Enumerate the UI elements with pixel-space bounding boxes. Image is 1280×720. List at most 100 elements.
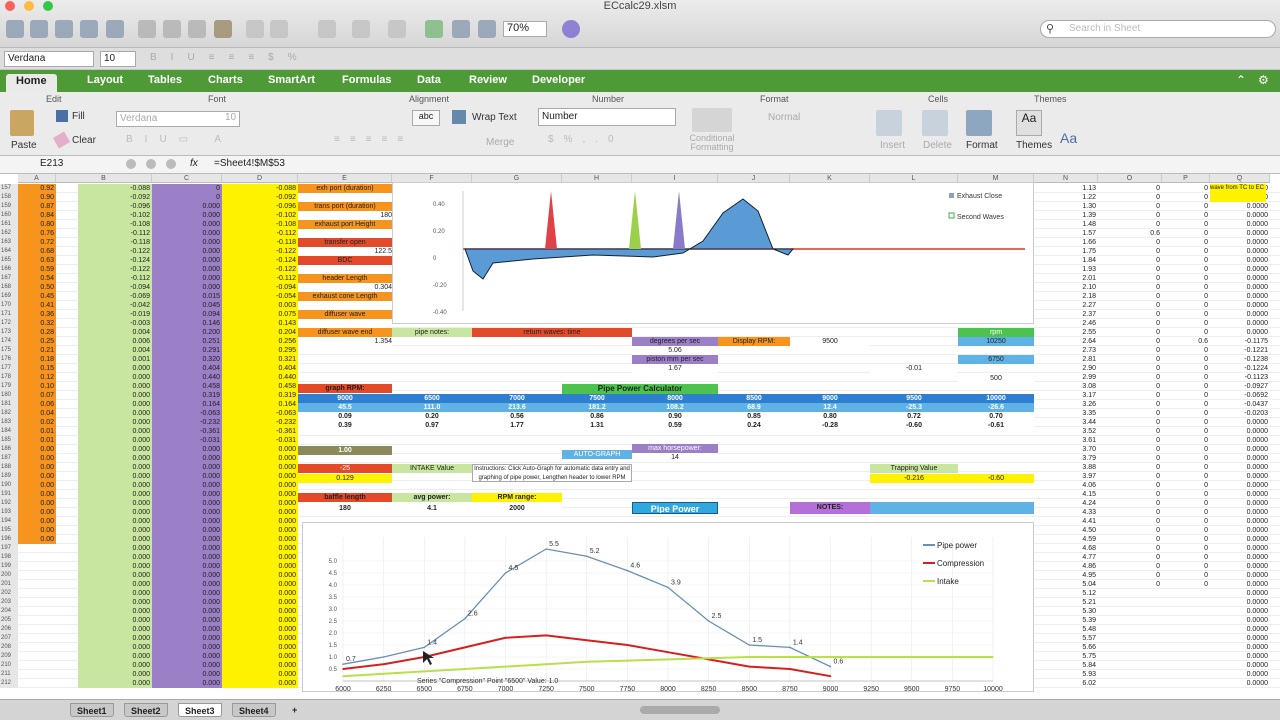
cell-c[interactable]: 0.000 [152, 535, 222, 544]
cell-c[interactable]: 0.000 [152, 274, 222, 283]
data-point[interactable] [342, 675, 344, 677]
cell-q[interactable]: 0.0000 [1210, 580, 1270, 589]
piston-mm-label[interactable]: piston mm per sec [632, 355, 718, 364]
cell-a[interactable] [18, 562, 56, 571]
cell-q[interactable]: 0.0000 [1210, 211, 1270, 220]
cell-q[interactable]: 0.0000 [1210, 436, 1270, 445]
cell-c[interactable]: 0.251 [152, 337, 222, 346]
cell-o[interactable] [1098, 652, 1162, 661]
data-point[interactable] [870, 656, 872, 658]
cell-c[interactable]: 0.000 [152, 607, 222, 616]
sheet-tab-1[interactable]: Sheet1 [70, 703, 114, 717]
cell-d[interactable]: 0.000 [222, 535, 298, 544]
data-point[interactable] [504, 637, 507, 639]
cell-p[interactable]: 0 [1162, 247, 1210, 256]
cell-p[interactable]: 0 [1162, 256, 1210, 265]
row-number[interactable]: 181 [0, 400, 18, 409]
cell-a[interactable] [18, 607, 56, 616]
degrees-per-sec-label[interactable]: degrees per sec [632, 337, 718, 346]
cell-o[interactable]: 0 [1098, 454, 1162, 463]
row-number[interactable]: 174 [0, 337, 18, 346]
cell-d[interactable]: -0.031 [222, 436, 298, 445]
cell-b[interactable]: 0.000 [78, 634, 152, 643]
format-painter-icon[interactable] [214, 20, 232, 38]
cell-a[interactable]: 0.04 [18, 409, 56, 418]
delete-button[interactable]: Delete [923, 140, 952, 151]
cell-d[interactable]: 0.000 [222, 580, 298, 589]
cell-n[interactable]: 1.75 [1034, 247, 1098, 256]
cell-n[interactable]: 2.81 [1034, 355, 1098, 364]
cell-q[interactable]: 0.0000 [1210, 310, 1270, 319]
rpm-cell[interactable]: 9000 [790, 394, 870, 403]
themes-icon[interactable]: Aa [1016, 110, 1042, 136]
cell-o[interactable]: 0 [1098, 373, 1162, 382]
paste-icon-large[interactable] [10, 110, 34, 136]
cell-q[interactable]: 0.0000 [1210, 553, 1270, 562]
cell-p[interactable] [1162, 607, 1210, 616]
row-number[interactable]: 173 [0, 328, 18, 337]
rpm-cell[interactable]: 6500 [392, 394, 472, 403]
cell-c[interactable]: 0.000 [152, 247, 222, 256]
cell-q[interactable]: 0.0000 [1210, 652, 1270, 661]
add-sheet-button[interactable]: + [286, 703, 303, 717]
cell-c[interactable]: 0.000 [152, 202, 222, 211]
port-label[interactable]: exhaust port Height [298, 220, 392, 229]
cell-a[interactable] [18, 625, 56, 634]
cell-n[interactable]: 3.61 [1034, 436, 1098, 445]
zoom-select[interactable]: 70% [503, 21, 547, 37]
cell-c[interactable]: -0.031 [152, 436, 222, 445]
tab-formulas[interactable]: Formulas [342, 74, 392, 86]
value-cell[interactable]: 0.20 [392, 412, 472, 421]
cell-o[interactable]: 0 [1098, 544, 1162, 553]
value-cell[interactable]: 0.72 [870, 412, 958, 421]
port-value[interactable]: 122.5 [298, 247, 392, 256]
cell-d[interactable]: 0.000 [222, 670, 298, 679]
cell-o[interactable]: 0 [1098, 202, 1162, 211]
rpm-range-label[interactable]: RPM range: [472, 493, 562, 502]
cell-d[interactable]: 0.404 [222, 364, 298, 373]
pipe-power-button[interactable]: Pipe Power [632, 502, 718, 514]
cancel-formula-icon[interactable] [126, 159, 136, 169]
cell-q[interactable]: 0.0000 [1210, 625, 1270, 634]
cell-q[interactable]: 0.0000 [1210, 535, 1270, 544]
data-point[interactable] [382, 663, 385, 665]
cell-o[interactable]: 0 [1098, 319, 1162, 328]
cell-b[interactable]: 0.000 [78, 499, 152, 508]
row-number[interactable]: 204 [0, 607, 18, 616]
row-number[interactable]: 165 [0, 256, 18, 265]
power-cell[interactable]: 181.2 [562, 403, 632, 412]
merge-button[interactable]: Merge [486, 137, 514, 148]
cell-n[interactable]: 4.24 [1034, 499, 1098, 508]
value-cell[interactable]: 0.80 [790, 412, 870, 421]
cell-d[interactable]: 0.000 [222, 553, 298, 562]
recalc-icon[interactable] [166, 159, 176, 169]
cell-n[interactable]: 1.48 [1034, 220, 1098, 229]
cell-d[interactable]: -0.054 [222, 292, 298, 301]
row-number[interactable]: 195 [0, 526, 18, 535]
value-cell[interactable]: 1.31 [562, 421, 632, 430]
cell-d[interactable]: -0.063 [222, 409, 298, 418]
data-point[interactable] [382, 656, 385, 658]
cell-a[interactable]: 0.92 [18, 184, 56, 193]
cell-q[interactable]: -0.0927 [1210, 382, 1270, 391]
pipe-notes-label[interactable]: pipe notes: [392, 328, 472, 337]
cell-o[interactable]: 0 [1098, 580, 1162, 589]
number-format-select[interactable]: Number [538, 108, 676, 126]
row-number[interactable]: 162 [0, 229, 18, 238]
baffle-length-label[interactable]: baffle length [298, 493, 392, 502]
cell-n[interactable]: 3.88 [1034, 463, 1098, 472]
row-number[interactable]: 202 [0, 589, 18, 598]
cell-o[interactable] [1098, 679, 1162, 688]
return-waves-label[interactable]: return waves: time [472, 328, 632, 337]
cell-d[interactable]: 0.321 [222, 355, 298, 364]
cell-p[interactable]: 0 [1162, 445, 1210, 454]
save-icon[interactable] [80, 20, 98, 38]
cell-q[interactable]: 0.0000 [1210, 463, 1270, 472]
cell-d[interactable]: 0.000 [222, 562, 298, 571]
cell-o[interactable]: 0 [1098, 193, 1162, 202]
print-icon[interactable] [106, 20, 124, 38]
cell-p[interactable]: 0 [1162, 364, 1210, 373]
cell-d[interactable]: -0.232 [222, 418, 298, 427]
cell-a[interactable]: 0.18 [18, 355, 56, 364]
cell-d[interactable]: 0.000 [222, 679, 298, 688]
